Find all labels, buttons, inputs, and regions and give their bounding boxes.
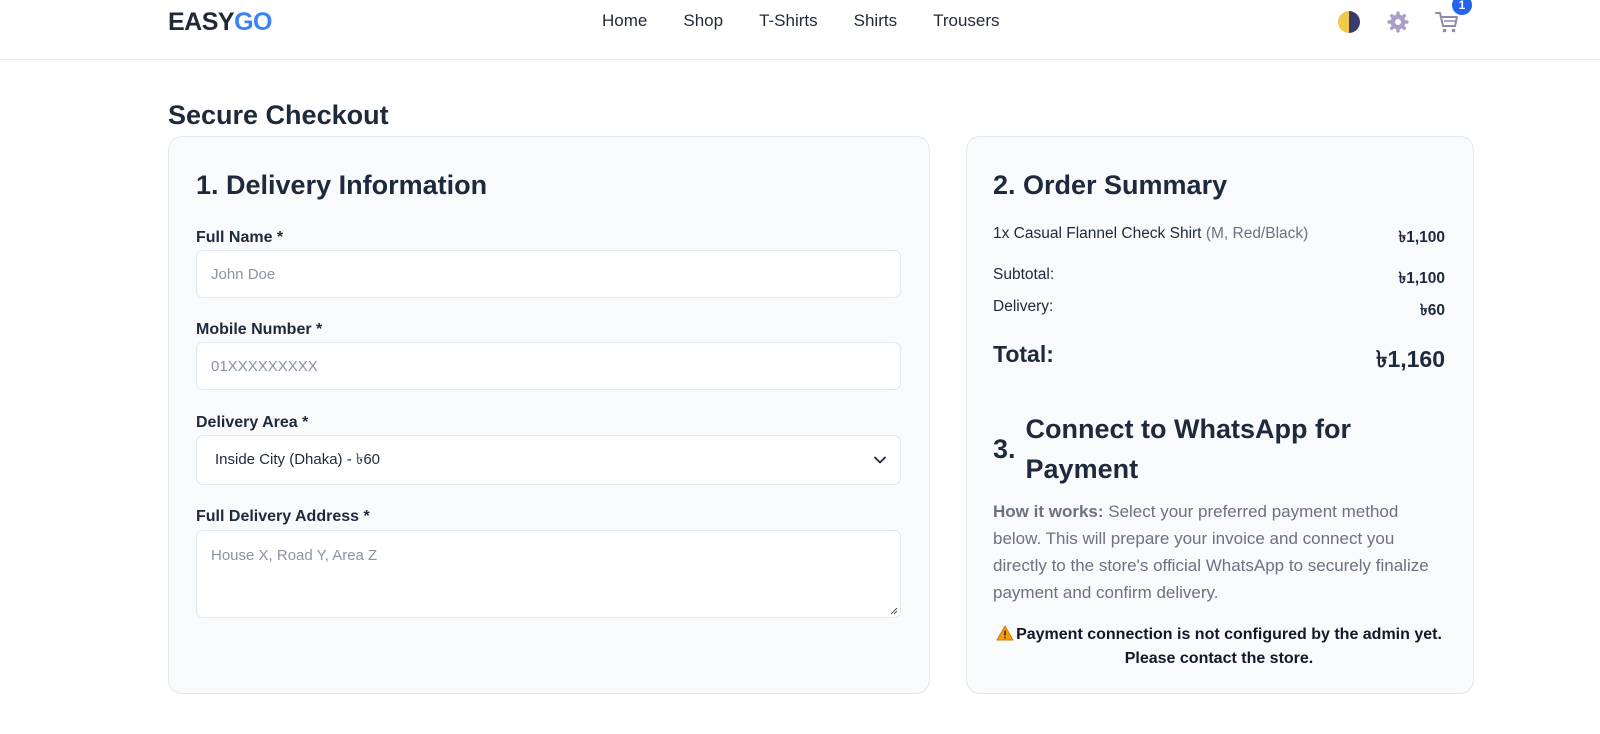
resize-handle-icon[interactable] [888, 605, 898, 615]
logo-text-go: GO [234, 8, 272, 36]
nav-shirts-link[interactable]: Shirts [854, 11, 897, 31]
mobile-number-label: Mobile Number * [196, 321, 323, 338]
whatsapp-heading-text: Connect to WhatsApp for Payment [1025, 414, 1351, 484]
mobile-number-input[interactable]: 01XXXXXXXXX [196, 342, 901, 390]
whatsapp-heading: 3. Connect to WhatsApp for Payment [993, 409, 1445, 489]
delivery-address-textarea[interactable]: House X, Road Y, Area Z [196, 530, 901, 618]
order-item-name: 1x Casual Flannel Check Shirt [993, 225, 1202, 242]
nav-tshirts-link[interactable]: T-Shirts [759, 11, 818, 31]
delivery-information-card: 1. Delivery Information Full Name * John… [168, 136, 930, 694]
brand-logo[interactable]: EASYGO [168, 8, 272, 37]
delivery-area-label: Delivery Area * [196, 414, 309, 431]
gear-icon[interactable] [1386, 10, 1410, 34]
logo-text-easy: EASY [168, 8, 235, 36]
order-item-amount: ৳1,100 [1398, 229, 1445, 246]
delivery-heading: 1. Delivery Information [196, 170, 488, 200]
page-title: Secure Checkout [168, 100, 389, 130]
nav-trousers-link[interactable]: Trousers [933, 11, 999, 31]
delivery-area-select[interactable]: Inside City (Dhaka) - ৳60 [196, 435, 901, 485]
full-name-input[interactable]: John Doe [196, 250, 901, 298]
order-item-desc: 1x Casual Flannel Check Shirt (M, Red/Bl… [993, 225, 1308, 251]
subtotal-row: Subtotal: ৳1,100 [993, 266, 1445, 292]
delivery-fee-row: Delivery: ৳60 [993, 298, 1445, 324]
header-actions: 1 [1338, 0, 1472, 35]
whatsapp-heading-number: 3. [993, 433, 1016, 464]
site-header: EASYGO Home Shop T-Shirts Shirts Trouser… [0, 0, 1600, 60]
how-it-works-text: How it works: Select your preferred paym… [993, 498, 1445, 606]
delivery-fee-amount: ৳60 [1420, 302, 1445, 319]
delivery-address-label: Full Delivery Address * [196, 508, 370, 525]
delivery-address-placeholder: House X, Road Y, Area Z [211, 547, 378, 564]
delivery-area-value: Inside City (Dhaka) - ৳60 [215, 450, 381, 468]
how-it-works-label: How it works: [993, 502, 1104, 521]
payment-warning: Payment connection is not configured by … [993, 623, 1445, 671]
full-name-placeholder: John Doe [211, 265, 276, 283]
cart-button[interactable]: 1 [1434, 0, 1472, 35]
subtotal-label: Subtotal: [993, 266, 1055, 283]
theme-toggle-icon[interactable] [1338, 11, 1360, 33]
mobile-number-placeholder: 01XXXXXXXXX [211, 357, 318, 375]
nav-shop-link[interactable]: Shop [683, 11, 723, 31]
order-item-row: 1x Casual Flannel Check Shirt (M, Red/Bl… [993, 225, 1445, 251]
order-item-variant: (M, Red/Black) [1205, 225, 1309, 242]
full-name-label: Full Name * [196, 229, 284, 246]
subtotal-amount: ৳1,100 [1398, 270, 1445, 287]
warning-icon [996, 625, 1014, 641]
delivery-fee-label: Delivery: [993, 298, 1054, 315]
nav-home-link[interactable]: Home [602, 11, 647, 31]
order-summary-heading: 2. Order Summary [993, 170, 1228, 200]
total-amount: ৳1,160 [1375, 346, 1445, 372]
order-summary-card: 2. Order Summary 1x Casual Flannel Check… [966, 136, 1474, 694]
payment-warning-text: Payment connection is not configured by … [1016, 626, 1442, 667]
total-row: Total: ৳1,160 [993, 341, 1445, 380]
cart-count-badge: 1 [1452, 0, 1472, 15]
main-nav: Home Shop T-Shirts Shirts Trousers [584, 11, 1018, 31]
total-label: Total: [993, 341, 1054, 367]
chevron-down-icon [874, 456, 886, 464]
